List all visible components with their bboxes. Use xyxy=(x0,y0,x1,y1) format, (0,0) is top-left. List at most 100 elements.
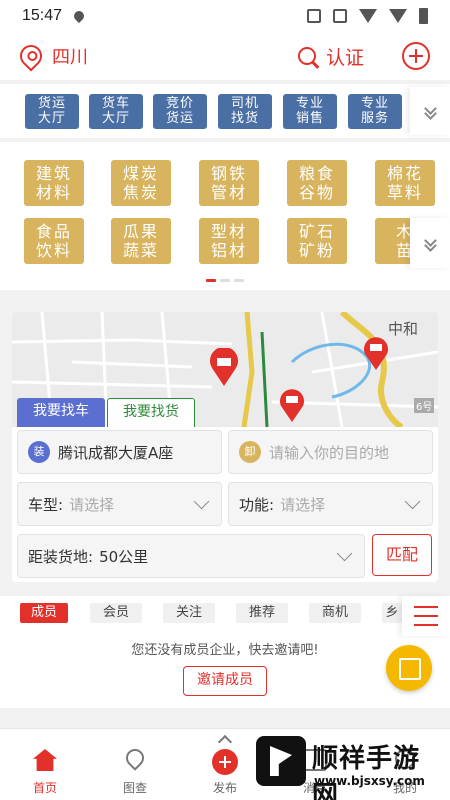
category-grid: 建筑 材料 煤炭 焦炭 钢铁 管材 粮食 谷物 棉花 草料 食品 饮料 瓜果 蔬菜 型材 铝材 … xyxy=(0,142,450,290)
tab-label-line2: 大厅 xyxy=(101,111,130,126)
auth-button[interactable]: 认证 xyxy=(326,43,364,70)
category-food[interactable]: 食品 饮料 xyxy=(24,218,84,264)
tab-find-goods[interactable]: 我要找货 xyxy=(107,398,195,427)
category-cotton[interactable]: 棉花 草料 xyxy=(375,160,435,206)
city-selector[interactable]: 四川 xyxy=(52,43,88,69)
truck-marker-icon[interactable] xyxy=(362,336,390,372)
category-label-line2: 管材 xyxy=(210,183,247,202)
category-label-line1: 煤炭 xyxy=(122,164,159,183)
unload-location-field[interactable]: 卸 请输入你的目的地 xyxy=(228,430,433,474)
category-label-line2: 铝材 xyxy=(210,241,247,260)
map-view[interactable]: 中和 6号 我要找车 我要找货 xyxy=(12,312,438,430)
map-road-label: 6号 xyxy=(414,398,435,413)
category-label-line1: 粮食 xyxy=(298,164,335,183)
truck-marker-icon[interactable] xyxy=(208,348,240,388)
location-pin-icon[interactable] xyxy=(15,40,47,72)
map-place-label: 中和 xyxy=(388,320,419,338)
category-label-line1: 瓜果 xyxy=(122,222,159,241)
chevron-down-icon xyxy=(404,493,421,509)
chevron-down-icon xyxy=(336,545,353,561)
page-indicator xyxy=(206,279,244,282)
tab-label-line2: 大厅 xyxy=(37,111,66,126)
tab-driver-find-goods[interactable]: 司机 找货 xyxy=(218,94,272,129)
category-grain[interactable]: 粮食 谷物 xyxy=(287,160,347,206)
tab-label-line1: 货运 xyxy=(37,96,66,111)
tab-recommend[interactable]: 推荐 xyxy=(236,603,288,623)
finder-card: 中和 6号 我要找车 我要找货 装 腾讯成都大厦A座 卸 请输入你的目的地 车型… xyxy=(12,312,438,582)
function-select[interactable]: 功能: 请选择 xyxy=(228,482,433,526)
category-building-materials[interactable]: 建筑 材料 xyxy=(24,160,84,206)
tab-opportunity[interactable]: 商机 xyxy=(309,603,361,623)
tab-follow[interactable]: 关注 xyxy=(163,603,215,623)
page-dot xyxy=(220,279,230,282)
tab-pro-service[interactable]: 专业 服务 xyxy=(348,94,402,129)
location-status-icon xyxy=(71,8,87,24)
distance-select[interactable]: 距装货地: 50公里 xyxy=(17,534,365,578)
load-location-field[interactable]: 装 腾讯成都大厦A座 xyxy=(17,430,222,474)
category-label-line2: 谷物 xyxy=(298,183,335,202)
match-button[interactable]: 匹配 xyxy=(372,534,432,576)
page-dot-active xyxy=(206,279,216,282)
category-label-line1: 矿石 xyxy=(298,222,335,241)
chevron-down-icon xyxy=(193,493,210,509)
category-steel[interactable]: 钢铁 管材 xyxy=(199,160,259,206)
tab-partial[interactable]: 乡 xyxy=(382,603,402,623)
category-label-line1: 型材 xyxy=(210,222,247,241)
category-label-line2: 饮料 xyxy=(35,241,72,260)
tab-pro-sales[interactable]: 专业 销售 xyxy=(283,94,337,129)
tab-label-line1: 货车 xyxy=(101,96,130,111)
unload-placeholder: 请输入你的目的地 xyxy=(269,443,390,462)
add-circle-icon[interactable] xyxy=(402,42,430,70)
service-tabs: 货运 大厅 货车 大厅 竞价 货运 司机 找货 专业 销售 专业 服务 xyxy=(0,84,450,138)
truck-type-placeholder: 请选择 xyxy=(69,495,115,514)
tab-find-truck[interactable]: 我要找车 xyxy=(17,398,105,427)
category-fruit-veg[interactable]: 瓜果 蔬菜 xyxy=(111,218,171,264)
tab-label-line2: 找货 xyxy=(230,111,259,126)
vibrate-icon xyxy=(333,9,347,23)
members-section: 成员 会员 关注 推荐 商机 乡 您还没有成员企业，快去邀请吧! 邀请成员 xyxy=(0,596,450,708)
category-label-line2: 草料 xyxy=(386,183,423,202)
truck-marker-icon[interactable] xyxy=(278,388,306,424)
category-aluminium[interactable]: 型材 铝材 xyxy=(199,218,259,264)
search-icon[interactable] xyxy=(297,47,316,65)
category-ore[interactable]: 矿石 矿粉 xyxy=(287,218,347,264)
double-chevron-down-icon xyxy=(423,234,437,252)
category-label-line2: 材料 xyxy=(35,183,72,202)
invite-members-button[interactable]: 邀请成员 xyxy=(183,666,267,696)
expand-tabs-button[interactable] xyxy=(410,87,450,135)
site-watermark: 顺祥手游网 www.bjsxsy.com xyxy=(256,736,446,800)
report-fab-icon[interactable] xyxy=(386,645,432,691)
tab-home[interactable]: 首页 xyxy=(0,729,90,800)
category-label-line1: 钢铁 xyxy=(210,164,247,183)
watermark-logo-icon xyxy=(256,736,306,786)
tab-label-line2: 货运 xyxy=(165,111,194,126)
load-location-value: 腾讯成都大厦A座 xyxy=(58,443,174,462)
app-header: 四川 认证 xyxy=(0,32,450,80)
tab-map[interactable]: 图查 xyxy=(90,729,180,800)
category-label-line2: 矿粉 xyxy=(298,241,335,260)
page-dot xyxy=(234,279,244,282)
tab-members[interactable]: 成员 xyxy=(20,603,68,623)
nfc-icon xyxy=(307,9,321,23)
tab-vip[interactable]: 会员 xyxy=(90,603,142,623)
tab-label-line1: 专业 xyxy=(295,96,324,111)
truck-type-select[interactable]: 车型: 请选择 xyxy=(17,482,222,526)
header-actions: 认证 xyxy=(297,42,430,70)
tab-bidding-freight[interactable]: 竞价 货运 xyxy=(153,94,207,129)
chevron-up-icon xyxy=(217,734,233,750)
tab-truck-hall[interactable]: 货车 大厅 xyxy=(89,94,143,129)
battery-icon xyxy=(419,8,428,24)
tab-freight-hall[interactable]: 货运 大厅 xyxy=(25,94,79,129)
tab-map-label: 图查 xyxy=(122,781,147,795)
expand-categories-button[interactable] xyxy=(410,218,450,268)
tab-label-line2: 销售 xyxy=(295,111,324,126)
category-label-line1: 食品 xyxy=(35,222,72,241)
function-placeholder: 请选择 xyxy=(280,495,326,514)
unload-badge: 卸 xyxy=(239,441,261,463)
watermark-title: 顺祥手游网 xyxy=(312,744,421,800)
menu-button[interactable] xyxy=(402,596,450,636)
category-coal[interactable]: 煤炭 焦炭 xyxy=(111,160,171,206)
empty-members-text: 您还没有成员企业，快去邀请吧! xyxy=(131,643,319,658)
distance-value: 50公里 xyxy=(99,547,149,566)
signal-icon xyxy=(389,9,407,23)
